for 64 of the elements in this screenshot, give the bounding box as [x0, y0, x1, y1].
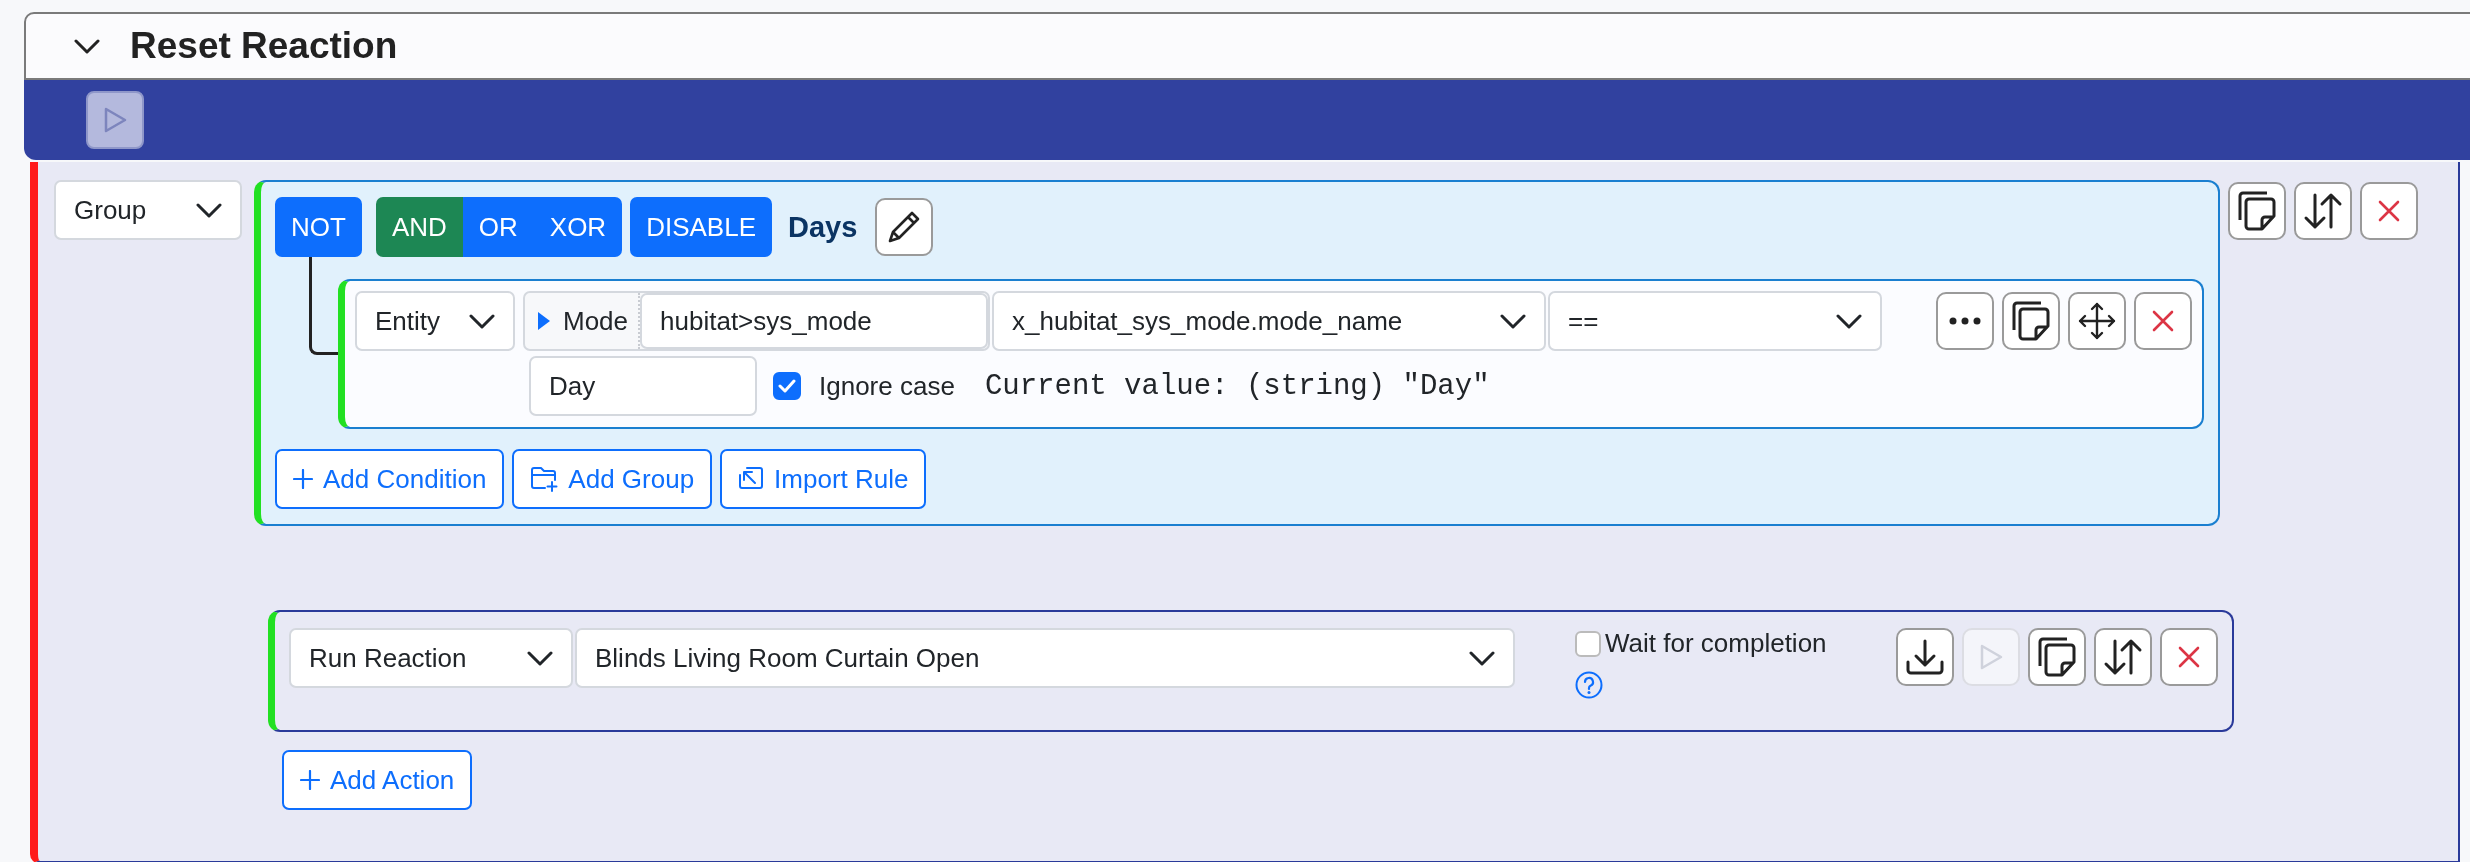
- import-rule-button[interactable]: Import Rule: [720, 449, 927, 509]
- sort-button[interactable]: [2094, 628, 2152, 686]
- play-icon: [537, 311, 551, 331]
- operator-tab[interactable]: AND: [375, 197, 463, 257]
- chevron-icon: [527, 650, 553, 666]
- copy-icon: [2010, 300, 2052, 342]
- ignore-case-checkbox[interactable]: [773, 372, 801, 400]
- plus-icon: [293, 469, 313, 489]
- move-button[interactable]: [2068, 292, 2126, 350]
- import-icon: [738, 466, 765, 492]
- chevron-icon: [1469, 650, 1495, 666]
- help-icon[interactable]: [1575, 671, 1603, 699]
- folder-plus-icon: [530, 466, 559, 492]
- ellipsis-icon: [1949, 317, 1981, 325]
- sort-arrows-icon: [2303, 191, 2343, 231]
- chevron-icon: [1500, 313, 1527, 329]
- current-value-text: Current value: (string) "Day": [984, 369, 1490, 403]
- play-icon: [102, 106, 128, 134]
- more-button[interactable]: [1936, 292, 1994, 350]
- entity-field[interactable]: hubitat>sys_mode: [640, 293, 989, 349]
- play-icon: [1978, 643, 2004, 671]
- plus-icon: [300, 770, 320, 790]
- group-name: Days: [787, 210, 858, 244]
- copy-icon: [2236, 190, 2278, 232]
- download-icon: [1905, 638, 1945, 676]
- add-group-button[interactable]: Add Group: [512, 449, 713, 509]
- action-type-select[interactable]: Run Reaction: [289, 628, 573, 688]
- not-button[interactable]: NOT: [275, 197, 362, 257]
- wait-checkbox[interactable]: [1575, 630, 1601, 657]
- operator-tab[interactable]: OR: [462, 197, 534, 257]
- chevron-icon: [196, 202, 222, 218]
- sort-button[interactable]: [2294, 182, 2352, 240]
- edit-button[interactable]: [875, 198, 934, 256]
- delete-button[interactable]: [2360, 182, 2418, 240]
- check-icon: [778, 379, 796, 393]
- ignore-case-label: Ignore case: [819, 370, 955, 402]
- download-button[interactable]: [1896, 628, 1954, 686]
- copy-button[interactable]: [2002, 292, 2060, 350]
- add-condition-button[interactable]: Add Condition: [275, 449, 505, 509]
- collapse-toggle[interactable]: [74, 38, 100, 54]
- copy-icon: [2036, 636, 2078, 678]
- close-icon: [2178, 646, 2200, 668]
- close-icon: [2378, 200, 2400, 222]
- sort-arrows-icon: [2103, 637, 2143, 677]
- close-icon: [2152, 310, 2174, 332]
- chevron-icon: [1836, 313, 1863, 329]
- add-action-button[interactable]: Add Action: [282, 750, 473, 810]
- attribute-select[interactable]: x_hubitat_sys_mode.mode_name: [992, 291, 1547, 351]
- chevron-icon: [469, 313, 495, 329]
- chevron-icon: [74, 38, 100, 54]
- disable-button[interactable]: DISABLE: [630, 197, 772, 257]
- delete-button[interactable]: [2134, 292, 2192, 350]
- reaction-select[interactable]: Blinds Living Room Curtain Open: [575, 628, 1515, 688]
- copy-button[interactable]: [2028, 628, 2086, 686]
- operator-tab[interactable]: XOR: [533, 197, 623, 257]
- condition-type-select[interactable]: Entity: [355, 291, 515, 351]
- value-field[interactable]: Day: [529, 356, 757, 416]
- group-type-select[interactable]: Group: [54, 180, 242, 240]
- move-arrows-icon: [2077, 301, 2117, 341]
- delete-button[interactable]: [2160, 628, 2218, 686]
- operator-select[interactable]: ==: [1548, 291, 1883, 351]
- copy-button[interactable]: [2228, 182, 2286, 240]
- wait-label: Wait for completion: [1605, 628, 1827, 659]
- reaction-title: Reset Reaction: [130, 25, 398, 67]
